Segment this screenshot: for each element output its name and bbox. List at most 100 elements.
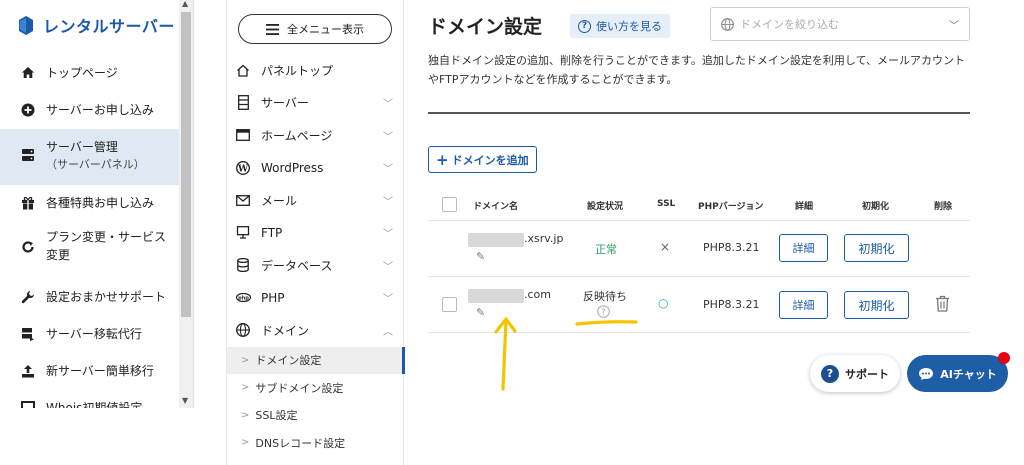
submenu-item-label: SSL設定 <box>255 409 298 423</box>
question-icon: ? <box>821 364 839 383</box>
show-all-menu-button[interactable]: 全メニュー表示 <box>238 14 392 44</box>
pencil-icon[interactable]: ✎ <box>476 306 485 319</box>
domain-filter-select[interactable]: ﹀ <box>710 7 970 41</box>
php-icon: php <box>235 293 251 303</box>
chevron-down-icon: ﹀ <box>383 196 393 208</box>
brand-logo-icon <box>19 15 33 35</box>
panel-menu: 全メニュー表示 パネルトップ サーバー ﹀ ホームページ ﹀ W WordPre… <box>226 0 405 465</box>
whois-icon <box>20 399 36 408</box>
sidebar-item-label: サーバー管理 （サーバーパネル） <box>46 138 145 174</box>
sidebar-item-easy-move[interactable]: 新サーバー簡単移行 <box>0 353 180 390</box>
sidebar-item-label: サーバー移転代行 <box>46 327 142 341</box>
sidebar-item-label: プラン変更・サービス変更 <box>46 230 167 262</box>
menu-item-ftp[interactable]: FTP ﹀ <box>227 217 405 250</box>
add-domain-button[interactable]: + ドメインを追加 <box>428 146 537 173</box>
menu-item-label: データベース <box>261 258 333 273</box>
menu-item-domain[interactable]: ドメイン ︿ <box>227 314 405 347</box>
chevron-down-icon: ﹀ <box>383 229 393 241</box>
menu-item-database[interactable]: データベース ﹀ <box>227 249 405 282</box>
question-circle-icon[interactable]: ? <box>597 305 610 318</box>
initialize-button[interactable]: 初期化 <box>844 291 909 319</box>
home-outline-icon <box>235 64 251 77</box>
refresh-icon <box>20 228 36 254</box>
col-init: 初期化 <box>862 202 890 212</box>
left-sidebar: レンタルサーバー トップページ サーバーお申し込み サーバー管理 （サーバーパネ… <box>0 0 194 408</box>
menu-item-label: FTP <box>261 225 283 240</box>
page-title: ドメイン設定 <box>428 16 543 38</box>
add-domain-label: ドメインを追加 <box>451 153 529 167</box>
domain-suffix: .xsrv.jp <box>524 232 564 245</box>
menu-item-label: メール <box>261 193 298 208</box>
domain-submenu: > ドメイン設定 > サブドメイン設定 > SSL設定 > DNSレコード設定 <box>227 346 405 457</box>
domain-suffix: .com <box>524 288 551 301</box>
php-version: PHP8.3.21 <box>703 241 760 254</box>
detail-button[interactable]: 詳細 <box>779 291 828 319</box>
how-to-use-button[interactable]: ? 使い方を見る <box>570 14 670 38</box>
sidebar-item-benefits[interactable]: 各種特典お申し込み <box>0 185 180 222</box>
status-text: 正常 <box>595 243 617 256</box>
chevron-right-icon: > <box>241 354 250 366</box>
row-checkbox[interactable] <box>442 297 457 312</box>
sidebar-item-migration[interactable]: サーバー移転代行 <box>0 316 180 353</box>
sidebar-item-server-manage[interactable]: サーバー管理 （サーバーパネル） <box>0 129 180 185</box>
brand-name: レンタルサーバー <box>43 17 175 36</box>
wrench-icon <box>20 288 36 304</box>
chevron-down-icon: ﹀ <box>383 131 393 143</box>
menu-item-mail[interactable]: メール ﹀ <box>227 184 405 217</box>
menu-item-panel-top[interactable]: パネルトップ <box>227 54 405 87</box>
submenu-item-subdomain-settings[interactable]: > サブドメイン設定 <box>227 374 405 402</box>
initialize-button[interactable]: 初期化 <box>844 234 909 262</box>
submenu-item-ssl-settings[interactable]: > SSL設定 <box>227 402 405 430</box>
hamburger-icon <box>266 23 279 35</box>
sidebar-item-subtitle: （サーバーパネル） <box>46 158 145 171</box>
chevron-right-icon: > <box>241 409 250 421</box>
monitor-icon <box>235 226 251 239</box>
trash-icon[interactable] <box>935 295 950 312</box>
sidebar-item-title: サーバー管理 <box>46 140 118 154</box>
ai-chat-label: AIチャット <box>940 367 997 381</box>
brand[interactable]: レンタルサーバー <box>18 13 175 37</box>
sidebar-item-top[interactable]: トップページ <box>0 55 180 92</box>
sidebar-item-setup-support[interactable]: 設定おまかせサポート <box>0 279 180 316</box>
menu-item-label: ドメイン <box>261 323 310 338</box>
sidebar-scrollbar-thumb[interactable] <box>181 12 191 317</box>
sidebar-item-whois[interactable]: Whois初期値設定 <box>0 390 180 408</box>
support-button[interactable]: ? サポート <box>810 355 900 392</box>
database-icon <box>235 258 251 273</box>
col-status: 設定状況 <box>587 202 624 212</box>
menu-item-label: WordPress <box>261 160 324 175</box>
mail-icon <box>235 194 251 206</box>
divider <box>428 112 970 114</box>
domain-filter-input[interactable] <box>740 17 943 31</box>
domain-name-redacted <box>468 233 524 247</box>
menu-item-wordpress[interactable]: W WordPress ﹀ <box>227 152 405 185</box>
detail-button[interactable]: 詳細 <box>779 234 828 262</box>
domain-name-redacted <box>468 289 524 303</box>
sidebar-scrollbar[interactable]: ▲ ▼ <box>179 0 193 408</box>
scroll-up-icon[interactable]: ▲ <box>182 0 188 8</box>
ai-chat-button[interactable]: AIチャット <box>907 352 1010 392</box>
col-php: PHPバージョン <box>698 202 764 212</box>
sidebar-item-plan-change[interactable]: プラン変更・サービス変更 <box>0 222 180 279</box>
submenu-item-domain-settings[interactable]: > ドメイン設定 <box>227 346 405 374</box>
sidebar-item-label: 設定おまかせサポート <box>46 290 167 304</box>
scroll-down-icon[interactable]: ▼ <box>182 396 188 405</box>
chevron-down-icon: ﹀ <box>383 99 393 111</box>
submenu-item-dns-settings[interactable]: > DNSレコード設定 <box>227 429 405 457</box>
select-all-checkbox[interactable] <box>442 197 457 212</box>
plus-circle-icon <box>20 101 36 117</box>
menu-item-php[interactable]: php PHP ﹀ <box>227 282 405 315</box>
chevron-down-icon: ﹀ <box>383 294 393 306</box>
menu-item-homepage[interactable]: ホームページ ﹀ <box>227 119 405 152</box>
col-detail: 詳細 <box>795 202 814 212</box>
server-icon <box>20 138 36 162</box>
chevron-up-icon: ︿ <box>383 326 393 338</box>
pencil-icon[interactable]: ✎ <box>476 250 485 263</box>
ssl-status-icon: × <box>660 240 671 254</box>
svg-text:?: ? <box>601 308 605 317</box>
sidebar-item-server-apply[interactable]: サーバーお申し込み <box>0 92 180 129</box>
notification-badge <box>998 352 1010 364</box>
menu-item-server[interactable]: サーバー ﹀ <box>227 87 405 120</box>
menu-list: パネルトップ サーバー ﹀ ホームページ ﹀ W WordPress ﹀ メール… <box>227 54 405 457</box>
table-row: .com ✎ 反映待ち ? ○ PHP8.3.21 詳細 初期化 <box>428 277 970 333</box>
